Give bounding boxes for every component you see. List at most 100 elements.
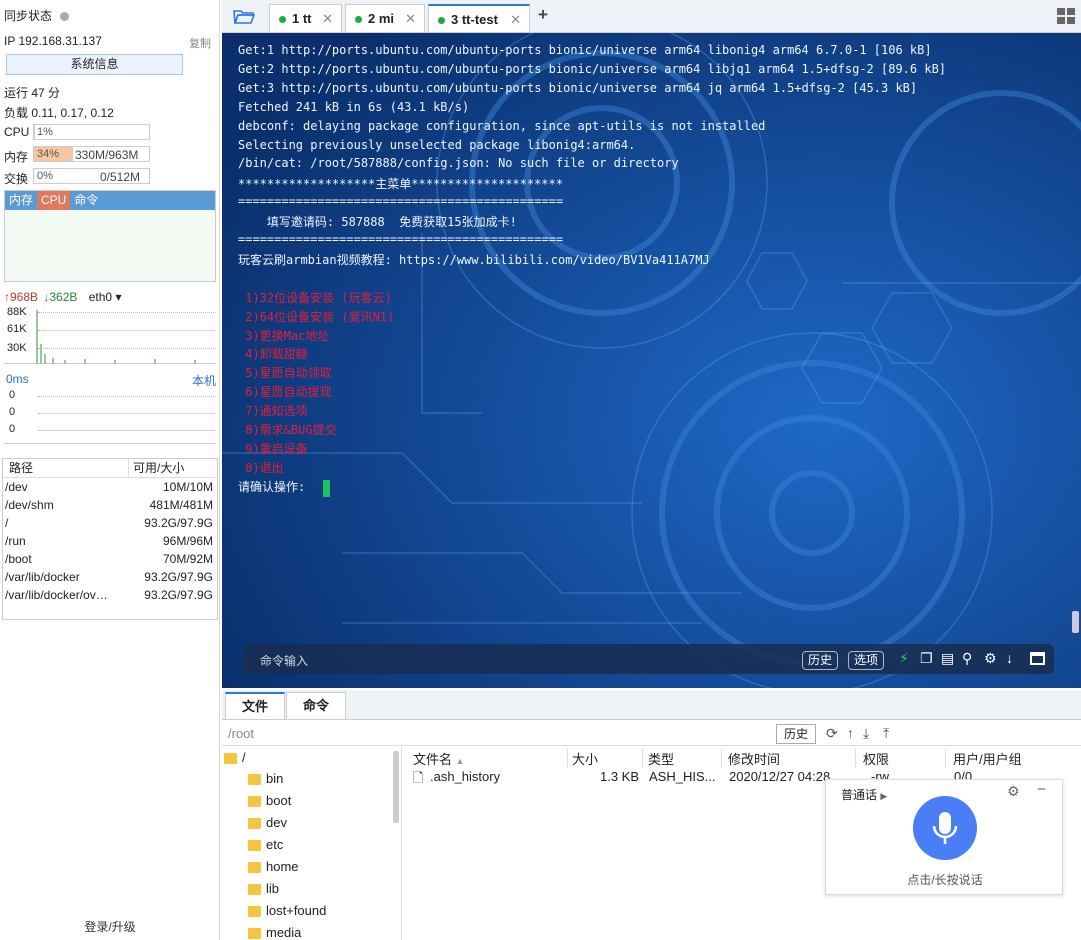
settings-icon[interactable]: ⚙ bbox=[1007, 783, 1020, 800]
disk-row[interactable]: /var/lib/docker/ov… 93.2G/97.9G bbox=[3, 586, 217, 604]
download-arrow-icon[interactable]: ↓ bbox=[1006, 650, 1013, 666]
disk-row[interactable]: /var/lib/docker 93.2G/97.9G bbox=[3, 568, 217, 586]
tree-node[interactable]: etc bbox=[248, 837, 283, 852]
tree-scrollbar[interactable] bbox=[393, 751, 399, 823]
command-input-bar[interactable]: 命令输入 历史 选项 ⚡ ❐ ▤ ⚲ ⚙ ↓ bbox=[244, 644, 1054, 674]
sync-status[interactable]: 同步状态 bbox=[4, 7, 70, 24]
disk-row[interactable]: /run 96M/96M bbox=[3, 532, 217, 550]
file-name: .ash_history bbox=[430, 769, 501, 784]
search-icon[interactable]: ⚲ bbox=[962, 650, 972, 667]
tab-3-tt-test[interactable]: 3 tt-test ✕ bbox=[428, 4, 530, 32]
microphone-button[interactable] bbox=[913, 796, 977, 860]
tree-node[interactable]: boot bbox=[248, 793, 291, 808]
terminal[interactable]: Get:1 http://ports.ubuntu.com/ubuntu-por… bbox=[222, 33, 1081, 688]
minimize-icon[interactable]: − bbox=[1037, 781, 1046, 798]
voice-hint: 点击/长按说话 bbox=[907, 873, 983, 887]
terminal-line: ========================================… bbox=[238, 194, 564, 209]
folder-open-icon[interactable] bbox=[232, 7, 256, 25]
session-tabbar: 1 tt ✕ 2 mi ✕ 3 tt-test ✕ + bbox=[222, 0, 1081, 33]
disk-rows: /dev 10M/10M/dev/shm 481M/481M / 93.2G/97.9G… bbox=[3, 478, 217, 604]
voice-input-popup: 普通话 ▶ ⚙ − 点击/长按说话 bbox=[825, 779, 1063, 895]
window-icon[interactable] bbox=[1030, 652, 1045, 665]
disk-path: /boot bbox=[5, 552, 32, 566]
upload-icon[interactable]: ⤒ bbox=[883, 725, 889, 742]
download-icon[interactable]: ⤓ bbox=[863, 725, 869, 742]
tree-node[interactable]: home bbox=[248, 859, 299, 874]
tab-commands[interactable]: 命令 bbox=[286, 692, 346, 720]
up-dir-icon[interactable]: ↑ bbox=[847, 725, 854, 741]
col-permission[interactable]: 权限 bbox=[863, 749, 889, 768]
disk-row[interactable]: / 93.2G/97.9G bbox=[3, 514, 217, 532]
terminal-line: 填写邀请码: 587888 免费获取15张加成卡! bbox=[238, 215, 517, 230]
disk-row[interactable]: /dev/shm 481M/481M bbox=[3, 496, 217, 514]
tree-node[interactable]: / bbox=[224, 750, 246, 765]
tree-node[interactable]: lost+found bbox=[248, 903, 326, 918]
disk-path: / bbox=[5, 516, 9, 530]
tree-node[interactable]: bin bbox=[248, 771, 283, 786]
history-button[interactable]: 历史 bbox=[802, 651, 839, 670]
close-icon[interactable]: ✕ bbox=[405, 5, 416, 32]
disk-path: /var/lib/docker/ov… bbox=[5, 588, 108, 602]
terminal-line: debconf: delaying package configuration,… bbox=[238, 118, 766, 133]
copy-icon[interactable]: ❐ bbox=[920, 650, 933, 667]
col-size[interactable]: 大小 bbox=[572, 749, 598, 768]
tree-node[interactable]: lib bbox=[248, 881, 279, 896]
tab-1-tt[interactable]: 1 tt ✕ bbox=[269, 4, 342, 32]
ping-ytick: 0 bbox=[9, 406, 16, 418]
col-filename[interactable]: 文件名 ▲ bbox=[413, 749, 465, 768]
swap-label: 交换 bbox=[4, 172, 29, 186]
tab-label: 2 mi bbox=[368, 11, 395, 26]
terminal-menu-item: 0)退出 bbox=[238, 460, 284, 475]
terminal-scrollbar[interactable] bbox=[1072, 611, 1079, 633]
col-type[interactable]: 类型 bbox=[648, 749, 674, 768]
disk-header-path[interactable]: 路径 bbox=[9, 459, 33, 478]
col-mtime[interactable]: 修改时间 bbox=[728, 749, 780, 768]
net-interface: eth0 bbox=[88, 290, 113, 304]
tab-files[interactable]: 文件 bbox=[225, 692, 285, 720]
login-upgrade-link[interactable]: 登录/升级 bbox=[0, 918, 220, 935]
lightning-icon[interactable]: ⚡ bbox=[899, 650, 909, 667]
folder-icon bbox=[248, 818, 261, 830]
ping-target[interactable]: 本机 bbox=[192, 372, 216, 389]
copy-ip-link[interactable]: 复制 bbox=[189, 35, 211, 51]
mem-label: 内存 bbox=[4, 150, 29, 164]
ping-ytick: 0 bbox=[9, 389, 16, 401]
disk-row[interactable]: /dev 10M/10M bbox=[3, 478, 217, 496]
path-history-button[interactable]: 历史 bbox=[776, 724, 816, 744]
options-button[interactable]: 选项 bbox=[848, 651, 885, 670]
proc-tab-mem[interactable]: 内存 bbox=[5, 191, 37, 210]
add-tab-button[interactable]: + bbox=[538, 5, 548, 25]
folder-icon bbox=[248, 928, 261, 940]
close-icon[interactable]: ✕ bbox=[322, 5, 333, 32]
path-input[interactable]: /root bbox=[228, 726, 254, 741]
paste-icon[interactable]: ▤ bbox=[941, 650, 954, 667]
layout-grid-icon[interactable] bbox=[1057, 8, 1075, 24]
disk-header-size[interactable]: 可用/大小 bbox=[128, 459, 184, 478]
gear-icon[interactable]: ⚙ bbox=[984, 650, 997, 667]
terminal-line: Selecting previously unselected package … bbox=[238, 137, 636, 152]
session-online-icon bbox=[438, 17, 445, 25]
tree-node[interactable]: media bbox=[248, 925, 301, 940]
voice-language-select[interactable]: 普通话 ▶ bbox=[841, 786, 887, 803]
disk-size: 481M/481M bbox=[149, 498, 213, 512]
disk-row[interactable]: /boot 70M/92M bbox=[3, 550, 217, 568]
tab-2-mi[interactable]: 2 mi ✕ bbox=[345, 4, 425, 32]
proc-tab-cmd[interactable]: 命令 bbox=[70, 191, 102, 210]
disk-size: 93.2G/97.9G bbox=[144, 516, 213, 530]
close-icon[interactable]: ✕ bbox=[510, 6, 521, 33]
ping-panel: 0ms 本机 0 0 0 bbox=[4, 372, 216, 444]
tree-node[interactable]: dev bbox=[248, 815, 287, 830]
cpu-value: 1% bbox=[37, 126, 53, 138]
command-input[interactable]: 命令输入 bbox=[260, 652, 308, 669]
tree-node-label: lib bbox=[266, 881, 280, 896]
disk-size: 96M/96M bbox=[162, 534, 213, 548]
terminal-line: ========================================… bbox=[238, 232, 564, 246]
proc-tab-cpu[interactable]: CPU bbox=[37, 191, 71, 210]
tree-node-label: bin bbox=[266, 771, 284, 786]
sysinfo-button[interactable]: 系统信息 bbox=[6, 54, 183, 75]
cpu-label: CPU bbox=[4, 125, 30, 139]
col-owner[interactable]: 用户/用户组 bbox=[953, 749, 1022, 768]
refresh-icon[interactable]: ⟳ bbox=[826, 725, 838, 742]
disk-size: 70M/92M bbox=[162, 552, 213, 566]
net-interface-select[interactable]: eth0 ▾ bbox=[89, 290, 122, 304]
